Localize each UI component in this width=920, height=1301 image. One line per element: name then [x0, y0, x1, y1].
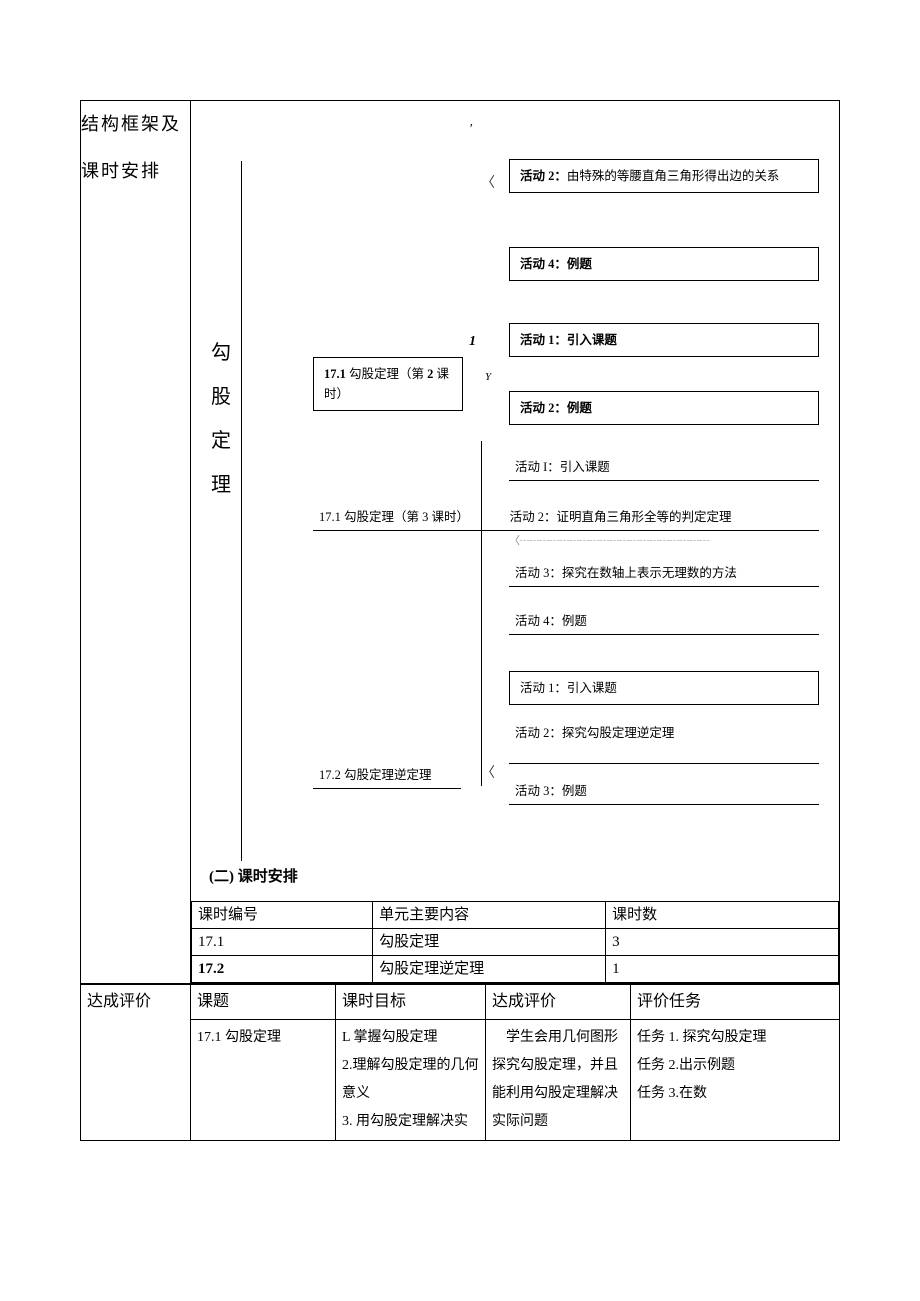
eval-r1-goal: L 掌握勾股定理 2.理解勾股定理的几何意义 3. 用勾股定理解决实 [336, 1019, 486, 1140]
eval-h-achieve: 达成评价 [486, 985, 631, 1020]
s1-a2-text: 由特殊的等腰直角三角形得出边的关系 [567, 169, 780, 183]
s4-activity1: 活动 1：引入课题 [509, 671, 819, 705]
sched-r1-content: 勾股定理 [373, 929, 606, 956]
eval-r1-task: 任务 1. 探究勾股定理 任务 2.出示例题 任务 3.在数 [631, 1019, 840, 1140]
s4-activity3: 活动 3：例题 [509, 781, 819, 805]
s3-title-line: 17.1 勾股定理（第 3 课时） 活动 2：证明直角三角形全等的判定定理 [313, 507, 819, 531]
s2-activity2: 活动 2：例题 [509, 391, 819, 425]
sched-h-content: 单元主要内容 [373, 902, 606, 929]
s2-title: 17.1 勾股定理（第 2 课时） [313, 357, 463, 411]
side-label-evaluation: 达成评价 [81, 985, 191, 1141]
eval-h-goal: 课时目标 [336, 985, 486, 1020]
side-label-structure: 结构框架及课时安排 [81, 101, 191, 984]
eval-r1-achieve: 学生会用几何图形探究勾股定理，并且能利用勾股定理解决实际问题 [486, 1019, 631, 1140]
s4-title: 17.2 勾股定理逆定理 [313, 765, 461, 789]
y-italic: Y [485, 369, 491, 387]
root-label: 勾股定理 [209, 331, 233, 507]
s1-activity4: 活动 4：例题 [509, 247, 819, 281]
s1-a4-text: 活动 4：例题 [520, 257, 592, 271]
tick-mark: ′ [469, 119, 472, 141]
eval-h-topic: 课题 [191, 985, 336, 1020]
s2-a2-text: 活动 2：例题 [520, 401, 592, 415]
sched-h-hours: 课时数 [606, 902, 839, 929]
schedule-row-1: 17.1 勾股定理 3 [192, 929, 839, 956]
schedule-subheader: (二) 课时安排 [209, 865, 298, 889]
s1-activity2: 活动 2：由特殊的等腰直角三角形得出边的关系 [509, 159, 819, 193]
main-structure-table: 结构框架及课时安排 ′ 〈 勾股定理 活动 2：由特殊的等腰直角三角形得出边的关… [80, 100, 840, 984]
eval-row-1: 17.1 勾股定理 L 掌握勾股定理 2.理解勾股定理的几何意义 3. 用勾股定… [81, 1019, 840, 1140]
root-vertical-line [241, 161, 242, 861]
eval-header-row: 达成评价 课题 课时目标 达成评价 评价任务 [81, 985, 840, 1020]
sched-r2-id: 17.2 [192, 956, 373, 983]
schedule-header-row: 课时编号 单元主要内容 课时数 [192, 902, 839, 929]
s3-activityI: 活动 I：引入课题 [509, 457, 819, 481]
schedule-row-2: 17.2 勾股定理逆定理 1 [192, 956, 839, 983]
eval-h-task: 评价任务 [631, 985, 840, 1020]
sched-r2-hours: 1 [606, 956, 839, 983]
s3-activity4: 活动 4：例题 [509, 611, 819, 635]
evaluation-table: 达成评价 课题 课时目标 达成评价 评价任务 17.1 勾股定理 L 掌握勾股定… [80, 984, 840, 1141]
side-label-text: 结构框架及课时安排 [81, 114, 181, 181]
s3-vertical-line [481, 441, 482, 786]
sched-h-id: 课时编号 [192, 902, 373, 929]
s2-a1-text: 活动 1：引入课题 [520, 333, 617, 347]
one-italic: 1 [469, 331, 476, 353]
s2-activity1: 活动 1：引入课题 [509, 323, 819, 357]
s3-activity3: 活动 3：探究在数轴上表示无理数的方法 [509, 563, 819, 587]
bracket-mark-2: 〈 [481, 763, 495, 785]
bracket-mark-1: 〈 [481, 173, 495, 195]
structure-content-cell: ′ 〈 勾股定理 活动 2：由特殊的等腰直角三角形得出边的关系 活动 4：例题 … [191, 101, 840, 984]
s4-activity2: 活动 2：探究勾股定理逆定理 [509, 723, 819, 764]
eval-r1-topic: 17.1 勾股定理 [191, 1019, 336, 1140]
diagram-area: ′ 〈 勾股定理 活动 2：由特殊的等腰直角三角形得出边的关系 活动 4：例题 … [191, 101, 839, 901]
schedule-table: 课时编号 单元主要内容 课时数 17.1 勾股定理 3 17.2 勾股定理逆定理… [191, 901, 839, 983]
sched-r2-content: 勾股定理逆定理 [373, 956, 606, 983]
sched-r1-hours: 3 [606, 929, 839, 956]
sched-r1-id: 17.1 [192, 929, 373, 956]
dashed-arrow: 〈┄┄┄┄┄┄┄┄┄┄┄┄┄┄┄┄┄┄┄ [509, 533, 709, 551]
